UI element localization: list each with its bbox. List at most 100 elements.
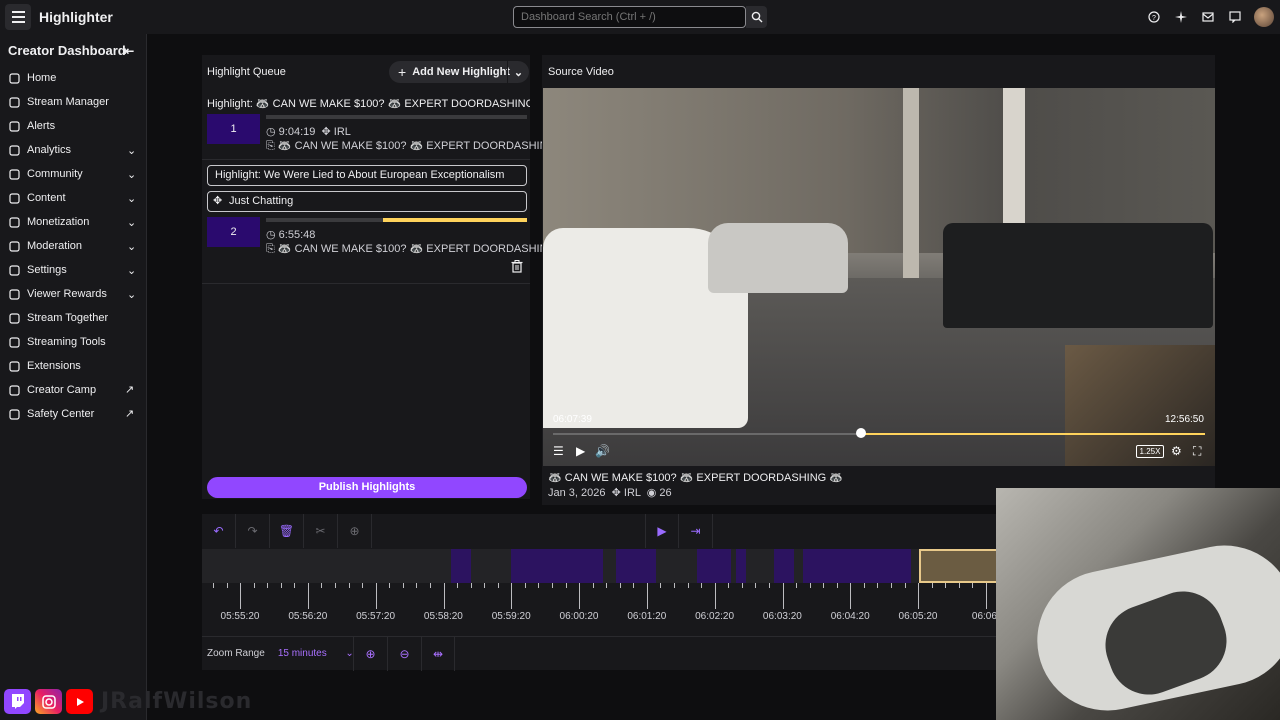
sidebar-item-label: Stream Together bbox=[27, 312, 109, 324]
sidebar-item-home[interactable]: Home bbox=[0, 66, 146, 90]
avatar[interactable] bbox=[1254, 7, 1274, 27]
jeep bbox=[943, 223, 1213, 328]
add-new-highlight-button[interactable]: + Add New Highlight ⌄ bbox=[389, 61, 529, 83]
video-player[interactable]: 06:07:39 12:56:50 ☰ ▶ 🔊 1.25X ⚙ ⛶ bbox=[543, 88, 1215, 466]
jump-to-end-icon[interactable]: ⇥ bbox=[679, 514, 713, 548]
video-category: IRL bbox=[623, 487, 641, 499]
sidebar-item-content[interactable]: Content ⌄ bbox=[0, 186, 146, 210]
fullscreen-icon[interactable]: ⛶ bbox=[1193, 444, 1201, 459]
search-button[interactable] bbox=[746, 6, 767, 28]
highlight-2-source: ⎘ 🦝 CAN WE MAKE $100? 🦝 EXPERT DOORDASHI… bbox=[266, 242, 557, 256]
sidebar-item-label: Extensions bbox=[27, 360, 81, 372]
zoom-range-value: 15 minutes bbox=[277, 648, 327, 659]
timeline-segment[interactable] bbox=[803, 549, 911, 583]
highlight-1-duration: ◷ 9:04:19 ✥ IRL bbox=[266, 125, 351, 138]
svg-text:?: ? bbox=[1152, 15, 1156, 22]
timeline-segment[interactable] bbox=[774, 549, 794, 583]
webcam-overlay bbox=[996, 488, 1280, 720]
overlay-name: JRalfWilson bbox=[101, 689, 253, 714]
delete-highlight-icon[interactable] bbox=[511, 260, 523, 276]
video-current-time: 06:07:39 bbox=[553, 414, 592, 425]
gear-icon[interactable]: ⚙ bbox=[1171, 444, 1182, 458]
chevron-down-icon[interactable]: ⌄ bbox=[507, 61, 529, 83]
stream-manager-icon bbox=[8, 96, 21, 109]
social-overlay: JRalfWilson bbox=[4, 689, 252, 714]
timeline-segment[interactable] bbox=[736, 549, 746, 583]
highlight-2-category-field[interactable]: ✥ Just Chatting bbox=[207, 191, 527, 212]
zoom-out-icon[interactable]: ⊖ bbox=[387, 637, 421, 671]
highlight-2-title-field[interactable]: Highlight: We Were Lied to About Europea… bbox=[207, 165, 527, 186]
sparkle-icon[interactable] bbox=[1173, 9, 1189, 25]
plus-icon: + bbox=[398, 64, 407, 80]
chevron-down-icon: ⌄ bbox=[127, 265, 137, 277]
help-icon[interactable]: ? bbox=[1146, 9, 1162, 25]
sidebar-item-extensions[interactable]: Extensions bbox=[0, 354, 146, 378]
zoom-range-select[interactable]: 15 minutes ⌄ bbox=[278, 648, 358, 659]
video-scrubber[interactable] bbox=[553, 433, 1205, 435]
timeline-minor-tick bbox=[389, 583, 391, 588]
zoom-in-icon[interactable]: ⊕ bbox=[353, 637, 387, 671]
sidebar-item-settings[interactable]: Settings ⌄ bbox=[0, 258, 146, 282]
sidebar-item-stream-together[interactable]: Stream Together bbox=[0, 306, 146, 330]
redo-icon[interactable]: ↷ bbox=[236, 514, 270, 548]
undo-icon[interactable]: ↶ bbox=[202, 514, 236, 548]
collapse-sidebar-icon[interactable]: ⇤ bbox=[124, 44, 134, 58]
playback-speed-button[interactable]: 1.25X bbox=[1136, 445, 1164, 458]
chevron-down-icon: ⌄ bbox=[127, 145, 137, 157]
sidebar-item-safety-center[interactable]: Safety Center ↗ bbox=[0, 402, 146, 426]
fit-timeline-icon[interactable]: ⇹ bbox=[421, 637, 455, 671]
timeline-minor-tick bbox=[633, 583, 635, 588]
timeline-minor-tick bbox=[538, 583, 540, 588]
timeline-minor-tick bbox=[755, 583, 757, 588]
timeline-minor-tick bbox=[660, 583, 662, 588]
timeline-segment[interactable] bbox=[697, 549, 731, 583]
sidebar-item-monetization[interactable]: Monetization ⌄ bbox=[0, 210, 146, 234]
sidebar-item-label: Viewer Rewards bbox=[27, 288, 107, 300]
timeline-major-tick bbox=[443, 583, 445, 609]
sidebar-item-label: Safety Center bbox=[27, 408, 95, 420]
volume-icon[interactable]: 🔊 bbox=[595, 444, 610, 458]
sidebar-item-creator-camp[interactable]: Creator Camp ↗ bbox=[0, 378, 146, 402]
video-end-time: 12:56:50 bbox=[1165, 414, 1204, 425]
trash-icon[interactable]: 🗑 bbox=[270, 514, 304, 548]
sidebar-item-stream-manager[interactable]: Stream Manager bbox=[0, 90, 146, 114]
chapters-icon[interactable]: ☰ bbox=[553, 444, 564, 458]
zoom-range-label: Zoom Range bbox=[207, 648, 265, 659]
highlight-2-thumbnail[interactable]: 2 bbox=[207, 217, 260, 247]
scissors-icon[interactable]: ✂ bbox=[304, 514, 338, 548]
publish-highlights-button[interactable]: Publish Highlights bbox=[207, 477, 527, 498]
timeline-segment[interactable] bbox=[616, 549, 656, 583]
clock-icon: ◷ bbox=[266, 229, 276, 241]
highlight-1-thumbnail[interactable]: 1 bbox=[207, 114, 260, 144]
timeline-minor-tick bbox=[524, 583, 526, 588]
chevron-down-icon: ⌄ bbox=[127, 289, 137, 301]
sidebar-item-alerts[interactable]: Alerts bbox=[0, 114, 146, 138]
highlight-1-title[interactable]: Highlight: 🦝 CAN WE MAKE $100? 🦝 EXPERT … bbox=[202, 96, 530, 112]
scrubber-handle[interactable] bbox=[856, 428, 866, 438]
timeline-segment[interactable] bbox=[451, 549, 471, 583]
inbox-icon[interactable] bbox=[1200, 9, 1216, 25]
menu-icon[interactable] bbox=[5, 4, 31, 30]
sidebar-item-moderation[interactable]: Moderation ⌄ bbox=[0, 234, 146, 258]
timeline-major-tick bbox=[511, 583, 513, 609]
timeline-time-label: 05:55:20 bbox=[220, 611, 260, 622]
add-clip-icon[interactable]: ⊕ bbox=[338, 514, 372, 548]
whispers-icon[interactable] bbox=[1227, 9, 1243, 25]
clock-icon: ◷ bbox=[266, 126, 276, 138]
sidebar-item-label: Creator Camp bbox=[27, 384, 97, 396]
selected-highlight-range[interactable] bbox=[919, 549, 999, 583]
timeline-segment[interactable] bbox=[511, 549, 603, 583]
timeline-time-label: 05:57:20 bbox=[356, 611, 396, 622]
sidebar-item-viewer-rewards[interactable]: Viewer Rewards ⌄ bbox=[0, 282, 146, 306]
highlight-2-duration: ◷ 6:55:48 bbox=[266, 228, 315, 241]
timeline-time-label: 06:02:20 bbox=[695, 611, 735, 622]
play-icon[interactable]: ▶ bbox=[645, 514, 679, 548]
play-icon[interactable]: ▶ bbox=[576, 444, 585, 458]
stream-together-icon bbox=[8, 312, 21, 325]
sidebar-item-community[interactable]: Community ⌄ bbox=[0, 162, 146, 186]
sidebar-item-label: Moderation bbox=[27, 240, 83, 252]
sidebar-item-analytics[interactable]: Analytics ⌄ bbox=[0, 138, 146, 162]
sidebar-item-streaming-tools[interactable]: Streaming Tools bbox=[0, 330, 146, 354]
search-input[interactable] bbox=[513, 6, 746, 28]
highlight-1-source: ⎘ 🦝 CAN WE MAKE $100? 🦝 EXPERT DOORDASHI… bbox=[266, 139, 557, 153]
